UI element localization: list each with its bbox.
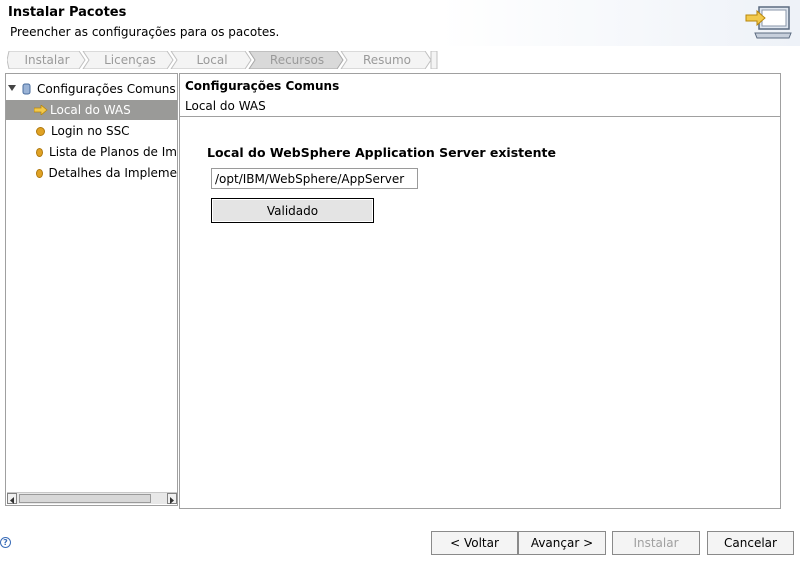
- scroll-left-icon[interactable]: [7, 493, 17, 504]
- tree-item-label: Local do WAS: [50, 103, 131, 117]
- arrow-icon: [34, 105, 48, 115]
- back-button[interactable]: < Voltar: [431, 531, 518, 555]
- tree-item-label: Login no SSC: [51, 124, 130, 138]
- config-panel: Configurações Comuns Local do WAS Local …: [179, 73, 781, 509]
- wizard-header: Instalar Pacotes Preencher as configuraç…: [0, 0, 800, 46]
- panel-subtitle: Local do WAS: [185, 99, 266, 113]
- horizontal-scrollbar[interactable]: [7, 492, 177, 504]
- package-icon: [22, 83, 31, 95]
- step-licencas: Licenças: [104, 53, 156, 67]
- step-instalar: Instalar: [24, 53, 70, 67]
- dot-icon: [36, 168, 43, 178]
- install-computer-icon: [745, 6, 792, 39]
- dot-icon: [36, 147, 44, 157]
- cancel-button[interactable]: Cancelar: [707, 531, 794, 555]
- tree-item-lista-planos[interactable]: Lista de Planos de Im: [6, 142, 177, 162]
- step-resumo: Resumo: [362, 53, 412, 67]
- tree-item-login-ssc[interactable]: Login no SSC: [6, 121, 177, 141]
- wizard-subtitle: Preencher as configurações para os pacot…: [10, 25, 280, 39]
- scroll-right-icon[interactable]: [167, 493, 177, 504]
- tree-item-local-was[interactable]: Local do WAS: [6, 100, 177, 120]
- install-button[interactable]: Instalar: [612, 531, 700, 555]
- validate-button[interactable]: Validado: [211, 198, 374, 223]
- tree-item-detalhes[interactable]: Detalhes da Impleme: [6, 163, 177, 183]
- expand-triangle-icon[interactable]: [8, 85, 16, 91]
- dot-icon: [36, 126, 45, 136]
- was-location-label: Local do WebSphere Application Server ex…: [207, 145, 556, 160]
- was-path-input[interactable]: [211, 168, 418, 189]
- tree-root-label: Configurações Comuns: [37, 82, 176, 96]
- step-local: Local: [196, 53, 228, 67]
- next-button[interactable]: Avançar >: [518, 531, 606, 555]
- wizard-title: Instalar Pacotes: [8, 5, 127, 20]
- step-recursos: Recursos: [269, 53, 325, 67]
- tree-item-label: Detalhes da Impleme: [48, 166, 178, 180]
- tree-item-label: Lista de Planos de Im: [49, 145, 177, 159]
- panel-header: Configurações Comuns Local do WAS: [180, 74, 780, 117]
- wizard-steps: Instalar Licenças Local Recursos Resumo: [7, 51, 439, 69]
- help-icon[interactable]: ?: [0, 537, 11, 548]
- scrollbar-thumb[interactable]: [19, 494, 151, 503]
- panel-title: Configurações Comuns: [185, 79, 340, 93]
- config-tree[interactable]: Configurações Comuns Local do WAS Login …: [5, 73, 178, 506]
- tree-root[interactable]: Configurações Comuns: [6, 79, 177, 99]
